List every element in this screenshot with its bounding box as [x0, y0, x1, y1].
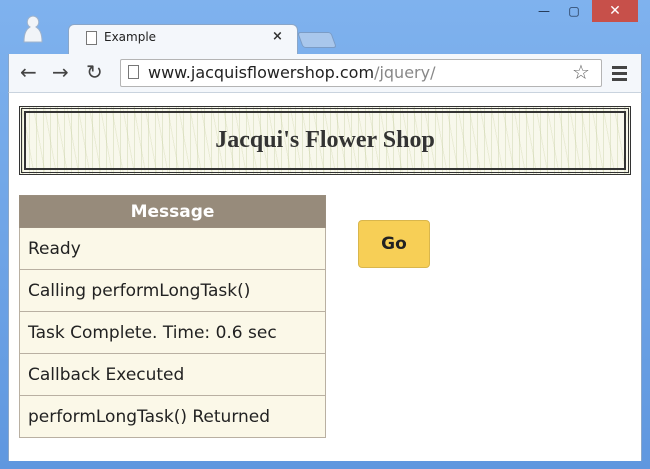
table-row: Calling performLongTask(): [19, 269, 326, 312]
maximize-button[interactable]: ▢: [560, 0, 588, 22]
reload-icon[interactable]: ↻: [86, 60, 103, 84]
browser-tab[interactable]: [68, 24, 298, 54]
page-banner: Jacqui's Flower Shop: [19, 106, 631, 175]
table-row: Task Complete. Time: 0.6 sec: [19, 311, 326, 354]
forward-arrow-icon[interactable]: →: [52, 60, 69, 84]
table-row: performLongTask() Returned: [19, 395, 326, 438]
message-column-header: Message: [19, 195, 326, 228]
table-cell: Ready: [19, 227, 326, 270]
url-host: www.jacquisflowershop.com: [148, 63, 375, 82]
url-path: /jquery/: [374, 63, 436, 82]
go-button[interactable]: Go: [358, 220, 430, 268]
new-tab-button[interactable]: [297, 32, 337, 48]
close-window-button[interactable]: ✕: [592, 0, 638, 22]
table-cell: Callback Executed: [19, 353, 326, 396]
back-arrow-icon[interactable]: ←: [20, 60, 37, 84]
table-cell: Task Complete. Time: 0.6 sec: [19, 311, 326, 354]
profile-avatar-icon[interactable]: [20, 14, 46, 44]
page-favicon-icon: [86, 31, 97, 45]
bookmark-star-icon[interactable]: ☆: [572, 60, 590, 84]
minimize-button[interactable]: —: [530, 0, 558, 22]
table-row: Ready: [19, 227, 326, 270]
hamburger-menu-icon[interactable]: [612, 66, 627, 84]
page-icon: [128, 65, 139, 79]
message-table: Message Ready Calling performLongTask() …: [19, 195, 326, 438]
table-cell: Calling performLongTask(): [19, 269, 326, 312]
tab-close-icon[interactable]: ×: [272, 29, 283, 44]
table-cell: performLongTask() Returned: [19, 395, 326, 438]
page-title: Jacqui's Flower Shop: [215, 127, 435, 153]
address-bar-url[interactable]: www.jacquisflowershop.com/jquery/: [148, 63, 435, 82]
table-row: Callback Executed: [19, 353, 326, 396]
tab-title: Example: [104, 30, 157, 44]
